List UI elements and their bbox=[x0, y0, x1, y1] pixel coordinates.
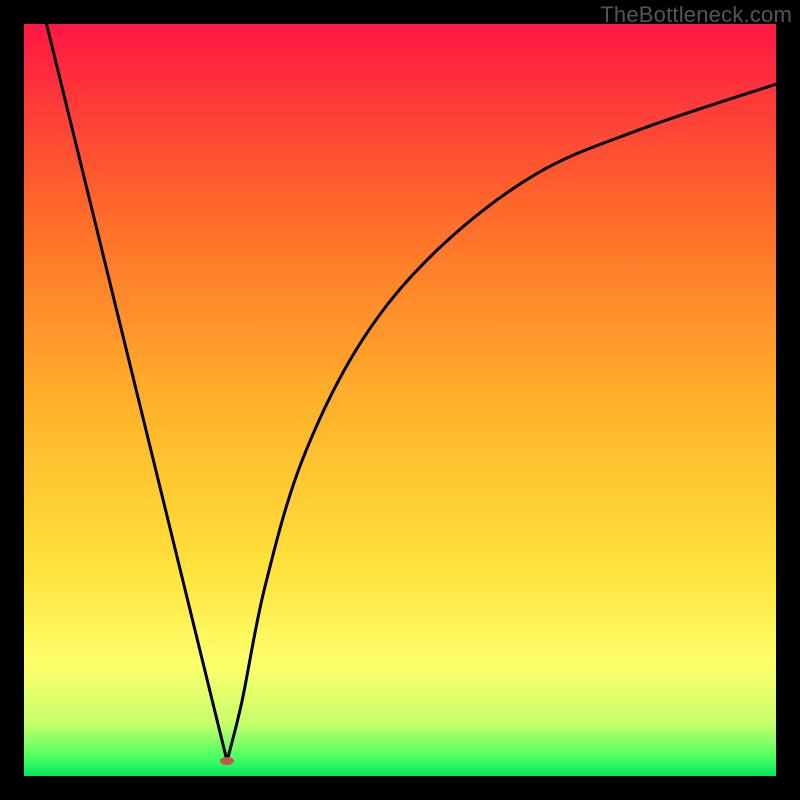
gradient-background bbox=[24, 24, 776, 776]
marker-layer bbox=[220, 757, 234, 765]
chart-svg bbox=[24, 24, 776, 776]
chart-frame: TheBottleneck.com bbox=[0, 0, 800, 800]
cusp-marker bbox=[220, 757, 234, 765]
plot-area bbox=[24, 24, 776, 776]
